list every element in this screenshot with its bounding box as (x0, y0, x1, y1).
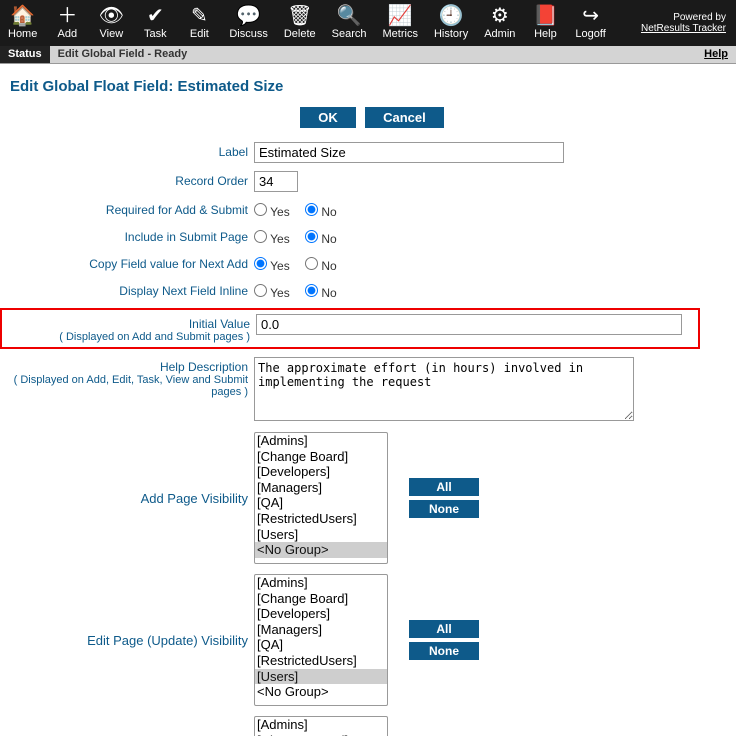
copy-yes-radio[interactable] (254, 257, 267, 270)
copy-field-label: Copy Field value for Next Add (8, 254, 254, 271)
initial-value-label: Initial Value ( Displayed on Add and Sub… (10, 314, 256, 343)
toolbar-view-button[interactable]: 👁View (89, 4, 133, 42)
cancel-button[interactable]: Cancel (365, 107, 444, 128)
status-tab[interactable]: Status (0, 46, 50, 63)
toolbar-add-button[interactable]: ＋Add (45, 4, 89, 42)
label-label: Label (8, 142, 254, 159)
home-icon: 🏠 (10, 6, 35, 26)
status-text: Edit Global Field - Ready (50, 46, 697, 63)
status-help-link[interactable]: Help (696, 46, 736, 63)
toolbar-help-button[interactable]: 📕Help (523, 4, 567, 42)
toolbar-delete-button[interactable]: 🗑Delete (276, 4, 324, 42)
metrics-icon: 📈 (388, 6, 413, 26)
content-area: Edit Global Float Field: Estimated Size … (0, 64, 736, 736)
task-icon: ✔ (147, 6, 164, 26)
admin-icon: ⚙ (491, 6, 509, 26)
main-toolbar: 🏠Home＋Add👁View✔Task✎Edit💬Discuss🗑Delete🔍… (0, 0, 736, 46)
help-desc-label: Help Description ( Displayed on Add, Edi… (8, 357, 254, 398)
inline-yes-radio[interactable] (254, 284, 267, 297)
toolbar-home-button[interactable]: 🏠Home (0, 4, 45, 42)
include-submit-label: Include in Submit Page (8, 227, 254, 244)
label-input[interactable] (254, 142, 564, 163)
initial-value-highlight: Initial Value ( Displayed on Add and Sub… (0, 308, 700, 349)
toolbar-discuss-button[interactable]: 💬Discuss (221, 4, 276, 42)
record-order-input[interactable] (254, 171, 298, 192)
help-desc-textarea[interactable]: The approximate effort (in hours) involv… (254, 357, 634, 421)
delete-icon: 🗑 (287, 6, 312, 26)
copy-no-radio[interactable] (305, 257, 318, 270)
inline-no-radio[interactable] (305, 284, 318, 297)
toolbar-metrics-button[interactable]: 📈Metrics (375, 4, 426, 42)
toolbar-task-button[interactable]: ✔Task (133, 4, 177, 42)
include-no-radio[interactable] (305, 230, 318, 243)
third-visibility-select[interactable]: [Admins][Change Board] (254, 716, 388, 736)
add-vis-all-button[interactable]: All (409, 478, 479, 496)
edit-icon: ✎ (191, 6, 208, 26)
required-no-radio[interactable] (305, 203, 318, 216)
netresults-link[interactable]: NetResults Tracker (641, 23, 726, 34)
initial-value-input[interactable] (256, 314, 682, 335)
toolbar-admin-button[interactable]: ⚙Admin (476, 4, 523, 42)
toolbar-edit-button[interactable]: ✎Edit (177, 4, 221, 42)
history-icon: 🕘 (439, 6, 464, 26)
include-yes-radio[interactable] (254, 230, 267, 243)
edit-visibility-select[interactable]: [Admins][Change Board][Developers][Manag… (254, 574, 388, 706)
add-visibility-select[interactable]: [Admins][Change Board][Developers][Manag… (254, 432, 388, 564)
logoff-icon: ↪ (582, 6, 599, 26)
discuss-icon: 💬 (236, 6, 261, 26)
add-visibility-label: Add Page Visibility (8, 491, 254, 506)
help-icon: 📕 (533, 6, 558, 26)
toolbar-search-button[interactable]: 🔍Search (324, 4, 375, 42)
page-title: Edit Global Float Field: Estimated Size (10, 78, 736, 95)
search-icon: 🔍 (337, 6, 362, 26)
view-icon: 👁 (99, 6, 124, 26)
toolbar-logoff-button[interactable]: ↪Logoff (567, 4, 613, 42)
required-yes-radio[interactable] (254, 203, 267, 216)
required-label: Required for Add & Submit (8, 200, 254, 217)
add-icon: ＋ (57, 6, 77, 26)
ok-button[interactable]: OK (300, 107, 356, 128)
edit-vis-none-button[interactable]: None (409, 642, 479, 660)
powered-by: Powered byNetResults Tracker (641, 12, 736, 34)
edit-vis-all-button[interactable]: All (409, 620, 479, 638)
add-vis-none-button[interactable]: None (409, 500, 479, 518)
toolbar-history-button[interactable]: 🕘History (426, 4, 476, 42)
status-bar: Status Edit Global Field - Ready Help (0, 46, 736, 64)
display-inline-label: Display Next Field Inline (8, 281, 254, 298)
button-row: OK Cancel (8, 107, 736, 128)
record-order-label: Record Order (8, 171, 254, 188)
edit-visibility-label: Edit Page (Update) Visibility (8, 633, 254, 648)
